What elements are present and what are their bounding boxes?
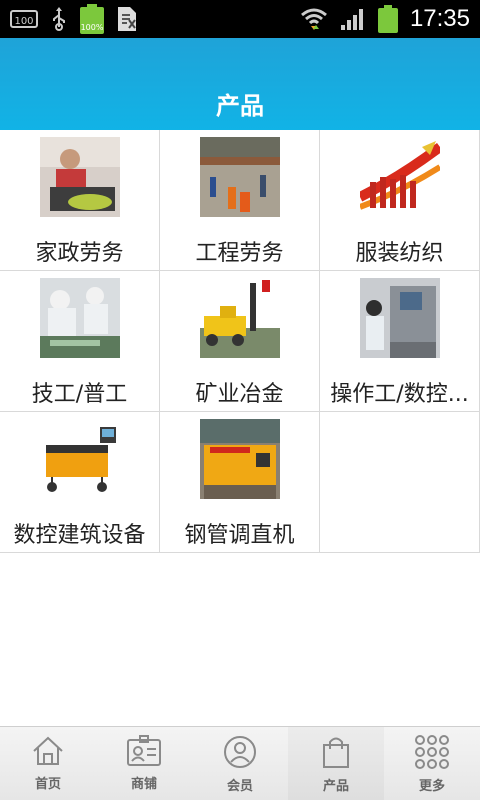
category-item[interactable]: 工程劳务 bbox=[160, 130, 320, 271]
badge-100-icon: 100 bbox=[10, 9, 38, 29]
category-item[interactable]: 钢管调直机 bbox=[160, 412, 320, 553]
tab-products[interactable]: 产品 bbox=[288, 727, 384, 800]
category-label: 矿业冶金 bbox=[195, 382, 284, 407]
category-thumbnail bbox=[39, 419, 120, 499]
status-left-icons: 100 100% bbox=[10, 4, 138, 34]
tab-label: 会员 bbox=[226, 779, 253, 794]
category-label: 钢管调直机 bbox=[184, 523, 295, 548]
category-item[interactable]: 家政劳务 bbox=[0, 130, 160, 271]
shop-card-icon bbox=[127, 735, 161, 766]
category-label: 服装纺织 bbox=[355, 241, 444, 266]
category-thumbnail bbox=[39, 278, 120, 358]
signal-icon bbox=[340, 7, 366, 31]
battery-icon bbox=[377, 5, 398, 33]
tab-member[interactable]: 会员 bbox=[192, 727, 288, 800]
category-item[interactable]: 操作工/数控... bbox=[320, 271, 480, 412]
category-label: 技工/普工 bbox=[31, 382, 128, 407]
more-grid-icon bbox=[415, 735, 449, 769]
category-item[interactable]: 服装纺织 bbox=[320, 130, 480, 271]
usb-icon bbox=[50, 7, 68, 31]
category-label: 操作工/数控... bbox=[330, 382, 469, 407]
tab-label: 产品 bbox=[322, 779, 349, 794]
tab-label: 更多 bbox=[418, 779, 445, 794]
category-item[interactable]: 矿业冶金 bbox=[160, 271, 320, 412]
tab-more[interactable]: 更多 bbox=[384, 727, 480, 800]
category-item[interactable]: 数控建筑设备 bbox=[0, 412, 160, 553]
category-label: 数控建筑设备 bbox=[13, 523, 146, 548]
battery-full-icon: 100% bbox=[80, 4, 104, 34]
tab-home[interactable]: 首页 bbox=[0, 727, 96, 800]
document-icon bbox=[116, 6, 138, 32]
category-thumbnail bbox=[199, 419, 280, 499]
tab-label: 商铺 bbox=[130, 777, 157, 792]
status-bar: 100 100% 17:35 bbox=[0, 0, 480, 38]
category-label: 工程劳务 bbox=[195, 241, 284, 266]
battery-percent: 100% bbox=[80, 23, 104, 32]
category-thumbnail bbox=[359, 137, 440, 217]
page-header: 产品 bbox=[0, 38, 480, 130]
svg-text:100: 100 bbox=[14, 16, 33, 27]
home-icon bbox=[33, 736, 63, 765]
category-item[interactable]: 技工/普工 bbox=[0, 271, 160, 412]
category-thumbnail bbox=[199, 137, 280, 217]
bag-icon bbox=[323, 737, 349, 768]
tab-shop[interactable]: 商铺 bbox=[96, 727, 192, 800]
category-thumbnail bbox=[199, 278, 280, 358]
tab-label: 首页 bbox=[34, 777, 61, 792]
category-label: 家政劳务 bbox=[35, 241, 124, 266]
status-right-icons: 17:35 bbox=[300, 5, 470, 33]
empty-cell bbox=[320, 412, 480, 553]
category-thumbnail bbox=[39, 137, 120, 217]
category-grid: 家政劳务 工程劳务 服装纺织 技工/普工 矿业冶金 操作工/数控... 数控建筑… bbox=[0, 130, 480, 554]
page-title: 产品 bbox=[216, 92, 264, 120]
wifi-icon bbox=[300, 7, 328, 31]
bottom-tab-bar: 首页 商铺 会员 产品 更多 bbox=[0, 726, 480, 800]
status-time: 17:35 bbox=[409, 5, 470, 32]
category-thumbnail bbox=[359, 278, 440, 358]
user-icon bbox=[224, 736, 256, 768]
